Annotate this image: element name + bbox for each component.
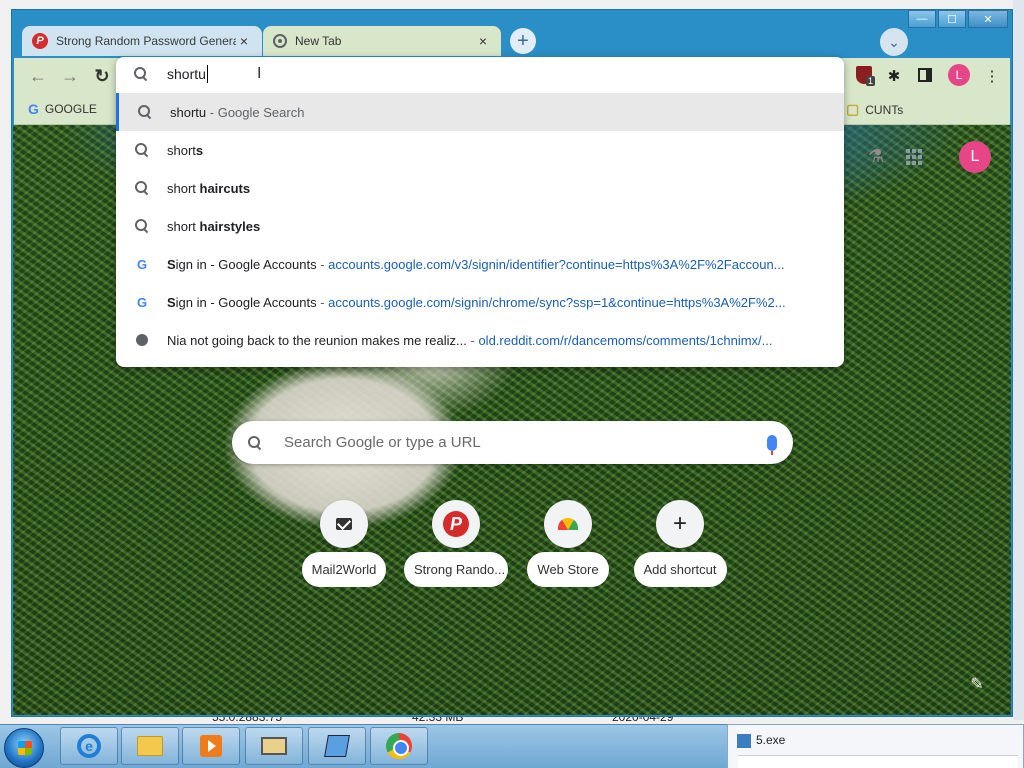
suggestion-row[interactable]: G Sign in - Google Accounts - accounts.g… xyxy=(116,283,844,321)
shortcut-icon-circle xyxy=(544,500,592,548)
suggestion-text: Sign in - Google Accounts - accounts.goo… xyxy=(167,256,785,272)
chrome-globe-icon xyxy=(273,34,287,48)
tab-title: Strong Random Password Generator xyxy=(56,34,236,48)
bookmark-cunts[interactable]: ▢ CUNTs xyxy=(846,101,903,118)
desktop-edge xyxy=(1013,0,1024,720)
globe-icon xyxy=(134,332,150,348)
tab-title: New Tab xyxy=(295,34,342,48)
search-icon xyxy=(134,142,150,158)
suggestion-row[interactable]: shortu - Google Search xyxy=(116,93,844,131)
taskbar-internet-explorer[interactable]: e xyxy=(60,727,118,765)
shortcut-label: Web Store xyxy=(527,552,609,587)
google-g-icon: G xyxy=(28,101,39,117)
suggestion-text: Nia not going back to the reunion makes … xyxy=(167,332,773,348)
customize-pencil-icon[interactable]: ✎ xyxy=(966,673,988,695)
shortcut-label: Add shortcut xyxy=(633,552,727,587)
popup-title: 5.exe xyxy=(756,733,786,747)
mail-icon xyxy=(336,518,352,530)
forward-button[interactable]: → xyxy=(58,64,82,88)
chrome-icon xyxy=(386,733,412,759)
popup-body xyxy=(738,755,1018,768)
tab-close-icon[interactable]: × xyxy=(475,33,491,49)
bookmark-label: CUNTs xyxy=(865,102,904,117)
omnibox-dropdown: shortu I shortu - Google Search shorts s… xyxy=(116,57,844,367)
internet-explorer-icon: e xyxy=(77,734,101,758)
computer-icon xyxy=(261,737,287,755)
bookmark-google[interactable]: G GOOGLE xyxy=(28,101,97,117)
google-apps-icon[interactable] xyxy=(906,148,923,165)
start-button[interactable] xyxy=(4,728,44,768)
tab-search-button[interactable]: ⌄ xyxy=(880,28,908,56)
labs-flask-icon[interactable]: ⚗ xyxy=(868,146,884,167)
search-icon xyxy=(134,180,150,196)
suggestion-row[interactable]: short haircuts xyxy=(116,169,844,207)
search-icon xyxy=(134,67,148,81)
taskbar-computer[interactable] xyxy=(245,727,303,765)
media-player-icon xyxy=(200,735,222,757)
text-cursor-icon: I xyxy=(257,65,262,82)
ntp-search-placeholder: Search Google or type a URL xyxy=(284,434,481,451)
bookmark-label: GOOGLE xyxy=(44,102,97,116)
taskbar-tool[interactable] xyxy=(308,727,366,765)
extensions-puzzle-icon[interactable]: ✱ xyxy=(882,64,906,88)
suggestion-row[interactable]: G Sign in - Google Accounts - accounts.g… xyxy=(116,245,844,283)
tab-password-generator[interactable]: P Strong Random Password Generator × xyxy=(22,26,262,56)
ntp-top-icons: ⚗ xyxy=(868,146,923,167)
shortcut-label: Strong Rando... xyxy=(404,552,508,587)
reload-button[interactable]: ↻ xyxy=(90,64,114,88)
file-explorer-icon xyxy=(137,736,163,756)
application-icon xyxy=(737,734,751,748)
profile-avatar-button[interactable]: L xyxy=(948,64,970,86)
tab-strip: P Strong Random Password Generator × New… xyxy=(12,26,1012,56)
plus-icon: + xyxy=(672,510,687,537)
suggestion-row[interactable]: Nia not going back to the reunion makes … xyxy=(116,321,844,359)
shortcut-web-store[interactable]: Web Store xyxy=(516,500,620,592)
shortcut-icon-circle: P xyxy=(432,500,480,548)
passwords-generator-icon: P xyxy=(443,511,469,537)
taskbar-chrome[interactable] xyxy=(370,727,428,765)
shortcut-mail2world[interactable]: Mail2World xyxy=(292,500,396,592)
ntp-profile-avatar[interactable]: L xyxy=(959,141,991,173)
tab-close-icon[interactable]: × xyxy=(236,33,252,49)
taskbar-file-explorer[interactable] xyxy=(121,727,179,765)
suggestion-row[interactable]: shorts xyxy=(116,131,844,169)
side-panel-icon[interactable] xyxy=(918,68,932,82)
shortcut-strong-random[interactable]: P Strong Rando... xyxy=(404,500,508,592)
suggestion-text: shorts xyxy=(167,142,204,158)
back-button[interactable]: ← xyxy=(26,64,50,88)
new-tab-button[interactable]: + xyxy=(510,28,536,54)
ntp-search-box[interactable]: Search Google or type a URL xyxy=(232,421,793,464)
shortcut-add[interactable]: + Add shortcut xyxy=(628,500,732,592)
search-icon xyxy=(134,218,150,234)
omnibox-input[interactable]: shortu xyxy=(167,65,208,83)
passwords-generator-icon: P xyxy=(32,33,48,49)
suggestion-text: short hairstyles xyxy=(167,218,261,234)
search-icon xyxy=(248,435,268,450)
taskbar-media-player[interactable] xyxy=(182,727,240,765)
microphone-icon[interactable] xyxy=(767,434,777,455)
suggestion-row[interactable]: short hairstyles xyxy=(116,207,844,245)
folder-icon: ▢ xyxy=(846,101,860,117)
tab-new-tab[interactable]: New Tab × xyxy=(263,26,501,56)
suggestion-text: short haircuts xyxy=(167,180,251,196)
suggestion-text: Sign in - Google Accounts - accounts.goo… xyxy=(167,294,786,310)
chrome-web-store-icon xyxy=(558,518,578,530)
google-g-icon: G xyxy=(136,294,148,310)
tool-icon xyxy=(324,735,350,757)
exe-popup-window[interactable]: 5.exe xyxy=(727,724,1024,768)
search-icon xyxy=(137,104,153,120)
extension-badge: 1 xyxy=(866,76,876,86)
omnibox-input-row[interactable]: shortu I xyxy=(116,57,844,93)
menu-kebab-icon[interactable]: ⋮ xyxy=(980,64,1004,88)
shortcut-icon-circle xyxy=(320,500,368,548)
suggestion-text: shortu - Google Search xyxy=(170,104,305,120)
google-g-icon: G xyxy=(136,256,148,272)
shortcut-icon-circle: + xyxy=(656,500,704,548)
shortcut-label: Mail2World xyxy=(301,552,387,587)
